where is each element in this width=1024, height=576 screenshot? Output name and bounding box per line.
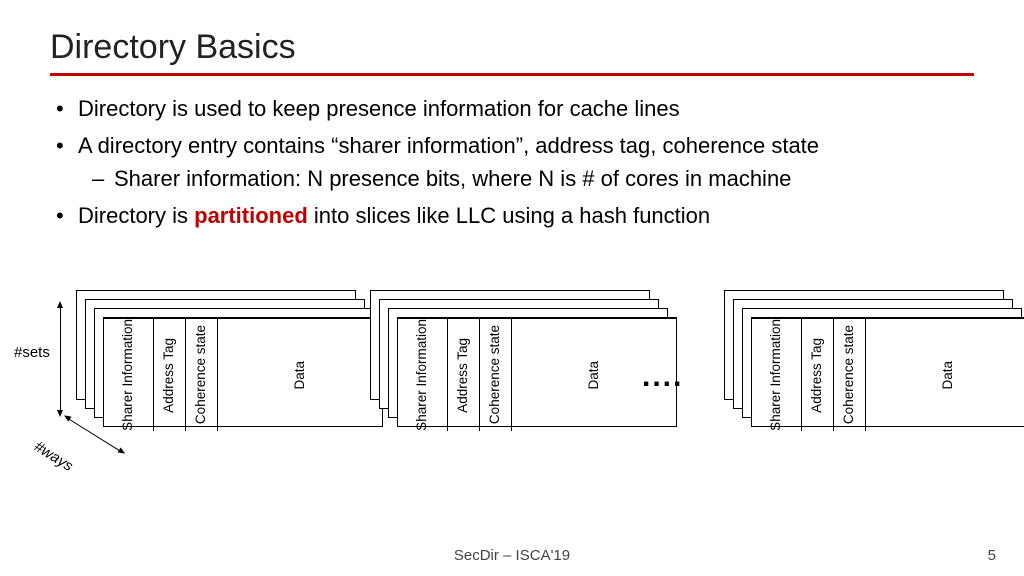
field-data: Data	[218, 319, 382, 431]
field-sharer: Sharer Information	[104, 319, 154, 431]
field-coh: Coherence state	[480, 319, 512, 431]
field-tag: Address Tag	[154, 319, 186, 431]
bullet-3-emph: partitioned	[194, 203, 308, 228]
bullet-3-pre: Directory is	[78, 203, 194, 228]
field-sharer: Sharer Information	[398, 319, 448, 431]
sets-label: #sets	[14, 344, 50, 361]
directory-slice-2: Sharer Information Address Tag Coherence…	[370, 290, 654, 440]
field-tag-label: Address Tag	[456, 338, 471, 413]
entry-fields: Sharer Information Address Tag Coherence…	[104, 319, 382, 431]
directory-slice-1: Sharer Information Address Tag Coherence…	[76, 290, 360, 440]
field-data: Data	[866, 319, 1024, 431]
field-data-label: Data	[587, 361, 602, 390]
field-sharer-label: Sharer Information	[121, 319, 136, 431]
field-coh: Coherence state	[834, 319, 866, 431]
way-front: Sharer Information Address Tag Coherence…	[751, 317, 1024, 427]
diagram: #sets #ways Sharer Information Address T…	[14, 290, 1010, 500]
field-sharer: Sharer Information	[752, 319, 802, 431]
sets-arrow-icon	[60, 306, 61, 412]
entry-fields: Sharer Information Address Tag Coherence…	[398, 319, 676, 431]
way-front: Sharer Information Address Tag Coherence…	[397, 317, 677, 427]
bullet-1: Directory is used to keep presence infor…	[78, 92, 974, 125]
sub-list: Sharer information: N presence bits, whe…	[78, 162, 974, 195]
field-data-label: Data	[941, 361, 956, 390]
bullet-3: Directory is partitioned into slices lik…	[78, 199, 974, 232]
field-sharer-label: Sharer Information	[769, 319, 784, 431]
bullet-2: A directory entry contains “sharer infor…	[78, 129, 974, 195]
way-front: Sharer Information Address Tag Coherence…	[103, 317, 383, 427]
field-coh: Coherence state	[186, 319, 218, 431]
field-coh-label: Coherence state	[842, 325, 857, 424]
bullet-2a: Sharer information: N presence bits, whe…	[114, 162, 974, 195]
field-tag-label: Address Tag	[162, 338, 177, 413]
field-data-label: Data	[293, 361, 308, 390]
bullet-list: Directory is used to keep presence infor…	[50, 92, 974, 232]
ellipsis: ....	[642, 360, 683, 394]
page-number: 5	[988, 547, 996, 564]
entry-fields: Sharer Information Address Tag Coherence…	[752, 319, 1024, 431]
field-sharer-label: Sharer Information	[415, 319, 430, 431]
directory-slice-n: Sharer Information Address Tag Coherence…	[724, 290, 1008, 440]
field-tag: Address Tag	[802, 319, 834, 431]
field-coh-label: Coherence state	[194, 325, 209, 424]
bullet-3-post: into slices like LLC using a hash functi…	[308, 203, 710, 228]
footer-text: SecDir – ISCA'19	[0, 547, 1024, 564]
slide-title: Directory Basics	[50, 28, 974, 67]
field-tag-label: Address Tag	[810, 338, 825, 413]
ways-label: #ways	[31, 438, 76, 475]
field-coh-label: Coherence state	[488, 325, 503, 424]
field-tag: Address Tag	[448, 319, 480, 431]
bullet-2-text: A directory entry contains “sharer infor…	[78, 133, 819, 158]
title-underline	[50, 73, 974, 76]
